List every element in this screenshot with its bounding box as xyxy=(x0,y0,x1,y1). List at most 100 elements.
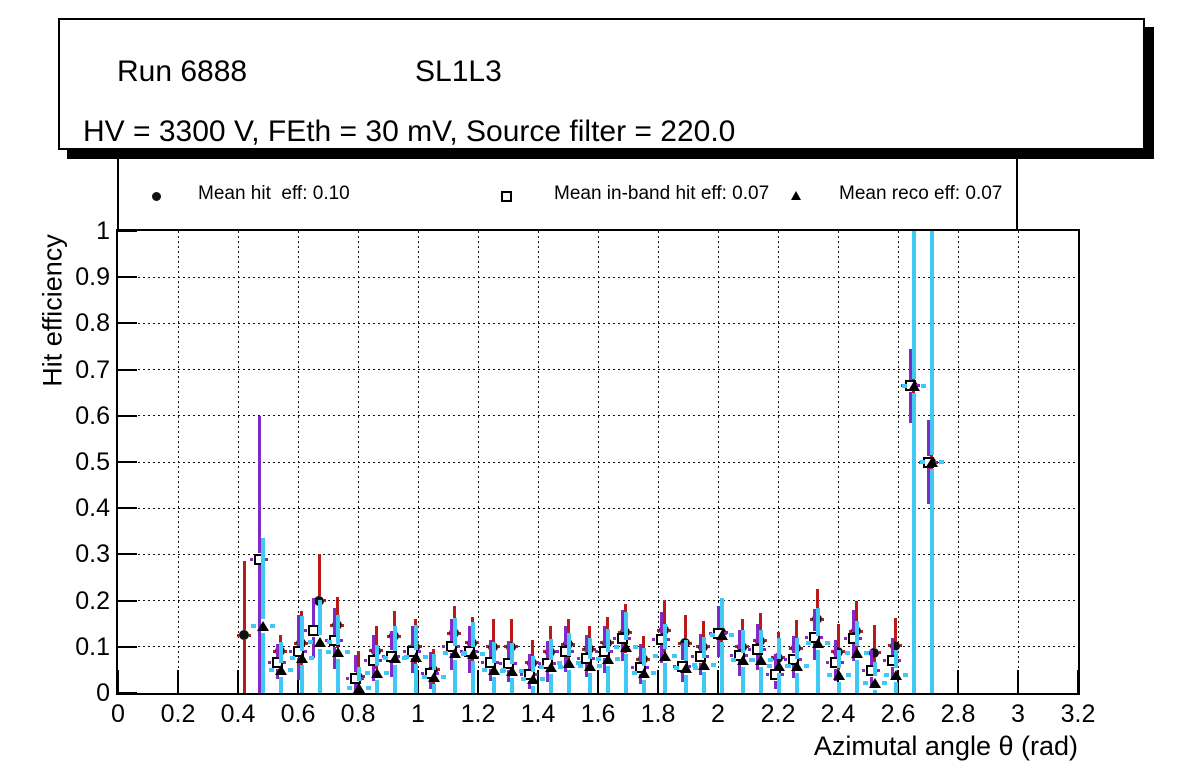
error-bar-vertical xyxy=(816,608,820,637)
error-bar-horizontal xyxy=(846,672,851,677)
error-bar-horizontal xyxy=(597,664,602,669)
error-bar-horizontal xyxy=(309,655,314,660)
grid-line-horizontal xyxy=(118,276,1078,278)
plot-area xyxy=(117,230,1079,694)
error-bar-vertical xyxy=(683,615,687,639)
error-bar-vertical xyxy=(492,642,496,663)
error-bar-horizontal xyxy=(902,383,907,388)
error-bar-vertical xyxy=(492,676,496,693)
error-bar-horizontal xyxy=(578,664,583,669)
error-bar-horizontal xyxy=(729,633,734,638)
y-tick-label: 0.5 xyxy=(75,448,110,476)
error-bar-vertical xyxy=(624,653,628,693)
conditions-label: HV = 3300 V, FEth = 30 mV, Source filter… xyxy=(83,115,736,148)
x-axis-tick xyxy=(1017,670,1019,693)
error-bar-vertical xyxy=(432,683,436,693)
error-bar-vertical xyxy=(393,626,397,652)
error-bar-vertical xyxy=(311,598,315,625)
error-bar-vertical xyxy=(318,648,322,693)
error-bar-horizontal xyxy=(519,668,524,673)
error-bar-horizontal xyxy=(785,664,790,669)
error-bar-horizontal xyxy=(822,617,825,621)
error-bar-vertical xyxy=(567,632,571,656)
error-bar-horizontal xyxy=(573,642,576,646)
filled-triangle-marker xyxy=(890,669,902,680)
error-bar-vertical xyxy=(720,598,724,629)
error-bar-horizontal xyxy=(423,654,428,659)
error-bar-vertical xyxy=(836,624,840,647)
error-bar-horizontal xyxy=(571,649,574,653)
grid-line-horizontal xyxy=(118,369,1078,371)
filled-triangle-marker xyxy=(620,641,632,652)
x-axis-tick xyxy=(657,670,659,693)
error-bar-horizontal xyxy=(612,641,615,645)
error-bar-horizontal xyxy=(269,667,274,672)
error-bar-vertical xyxy=(531,656,535,673)
filled-triangle-marker xyxy=(773,661,785,672)
error-bar-vertical xyxy=(912,231,916,379)
error-bar-horizontal xyxy=(480,652,485,657)
error-bar-vertical xyxy=(741,667,745,693)
error-bar-horizontal xyxy=(632,671,637,676)
plot-frame xyxy=(116,229,1080,695)
root-canvas: Run 6888 SL1L3 HV = 3300 V, FEth = 30 mV… xyxy=(0,0,1196,772)
error-bar-vertical xyxy=(588,673,592,693)
grid-line-horizontal xyxy=(118,415,1078,417)
filled-circle-marker xyxy=(239,630,249,641)
error-bar-horizontal xyxy=(898,659,901,663)
filled-triangle-marker xyxy=(527,674,539,685)
error-bar-vertical xyxy=(509,619,513,642)
filled-triangle-marker xyxy=(296,652,308,663)
error-bar-horizontal xyxy=(441,674,446,679)
error-bar-vertical xyxy=(912,392,916,693)
error-bar-horizontal xyxy=(324,599,327,603)
grid-line-horizontal xyxy=(118,322,1078,324)
error-bar-vertical xyxy=(588,638,592,660)
error-bar-vertical xyxy=(606,629,610,653)
filled-triangle-marker xyxy=(467,649,479,660)
error-bar-horizontal xyxy=(877,669,880,673)
y-tick-label: 0.1 xyxy=(75,632,110,661)
filled-triangle-marker xyxy=(602,654,614,665)
error-bar-horizontal xyxy=(765,639,768,643)
error-bar-horizontal xyxy=(557,660,562,665)
filled-triangle-icon xyxy=(791,191,801,200)
error-bar-horizontal xyxy=(669,628,672,632)
filled-triangle-marker xyxy=(584,661,596,672)
error-bar-vertical xyxy=(759,667,763,693)
error-bar-horizontal xyxy=(461,652,466,657)
error-bar-horizontal xyxy=(459,631,462,635)
error-bar-vertical xyxy=(684,675,688,693)
error-bar-vertical xyxy=(279,676,283,693)
error-bar-horizontal xyxy=(884,672,889,677)
error-bar-horizontal xyxy=(404,654,409,659)
error-bar-horizontal xyxy=(845,651,850,656)
error-bar-vertical xyxy=(663,663,667,693)
error-bar-horizontal xyxy=(384,671,389,676)
error-bar-horizontal xyxy=(708,645,711,649)
chamber-label: SL1L3 xyxy=(415,55,502,88)
error-bar-vertical xyxy=(642,680,646,693)
error-bar-vertical xyxy=(336,658,340,693)
error-bar-horizontal xyxy=(903,672,908,677)
error-bar-vertical xyxy=(549,673,553,693)
error-bar-vertical xyxy=(549,638,553,660)
filled-triangle-marker xyxy=(833,669,845,680)
filled-triangle-marker xyxy=(869,677,881,688)
error-bar-horizontal xyxy=(498,645,501,649)
y-axis-tick xyxy=(118,461,137,463)
error-bar-horizontal xyxy=(326,649,331,654)
error-bar-vertical xyxy=(261,538,265,619)
error-bar-horizontal xyxy=(482,667,487,672)
error-bar-vertical xyxy=(357,667,361,681)
filled-triangle-marker xyxy=(659,651,671,662)
error-bar-horizontal xyxy=(633,644,638,649)
open-square-icon xyxy=(501,191,512,202)
x-axis-tick xyxy=(717,670,719,693)
error-bar-vertical xyxy=(242,640,246,693)
error-bar-horizontal xyxy=(864,651,869,656)
error-bar-horizontal xyxy=(539,664,544,669)
error-bar-vertical xyxy=(567,669,571,693)
filled-triangle-marker xyxy=(908,380,920,391)
y-axis-tick xyxy=(118,368,137,371)
